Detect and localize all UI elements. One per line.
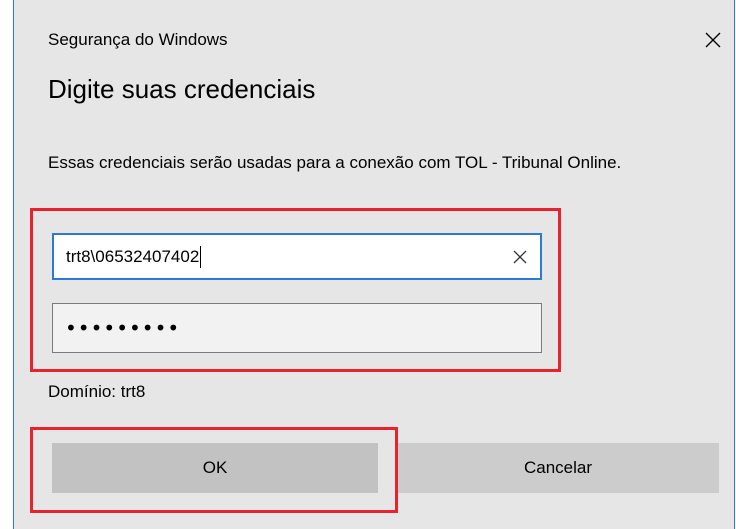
highlight-credentials-box [30,208,561,372]
dialog-heading: Digite suas credenciais [48,74,316,104]
highlight-ok-box [30,427,398,513]
app-title: Segurança do Windows [48,30,228,49]
close-icon [705,32,721,48]
credentials-dialog: Segurança do Windows Digite suas credenc… [13,0,735,529]
cancel-button[interactable]: Cancelar [397,443,719,493]
close-button[interactable] [698,22,728,56]
domain-label: Domínio: trt8 [48,382,146,401]
dialog-description: Essas credenciais serão usadas para a co… [48,153,622,172]
